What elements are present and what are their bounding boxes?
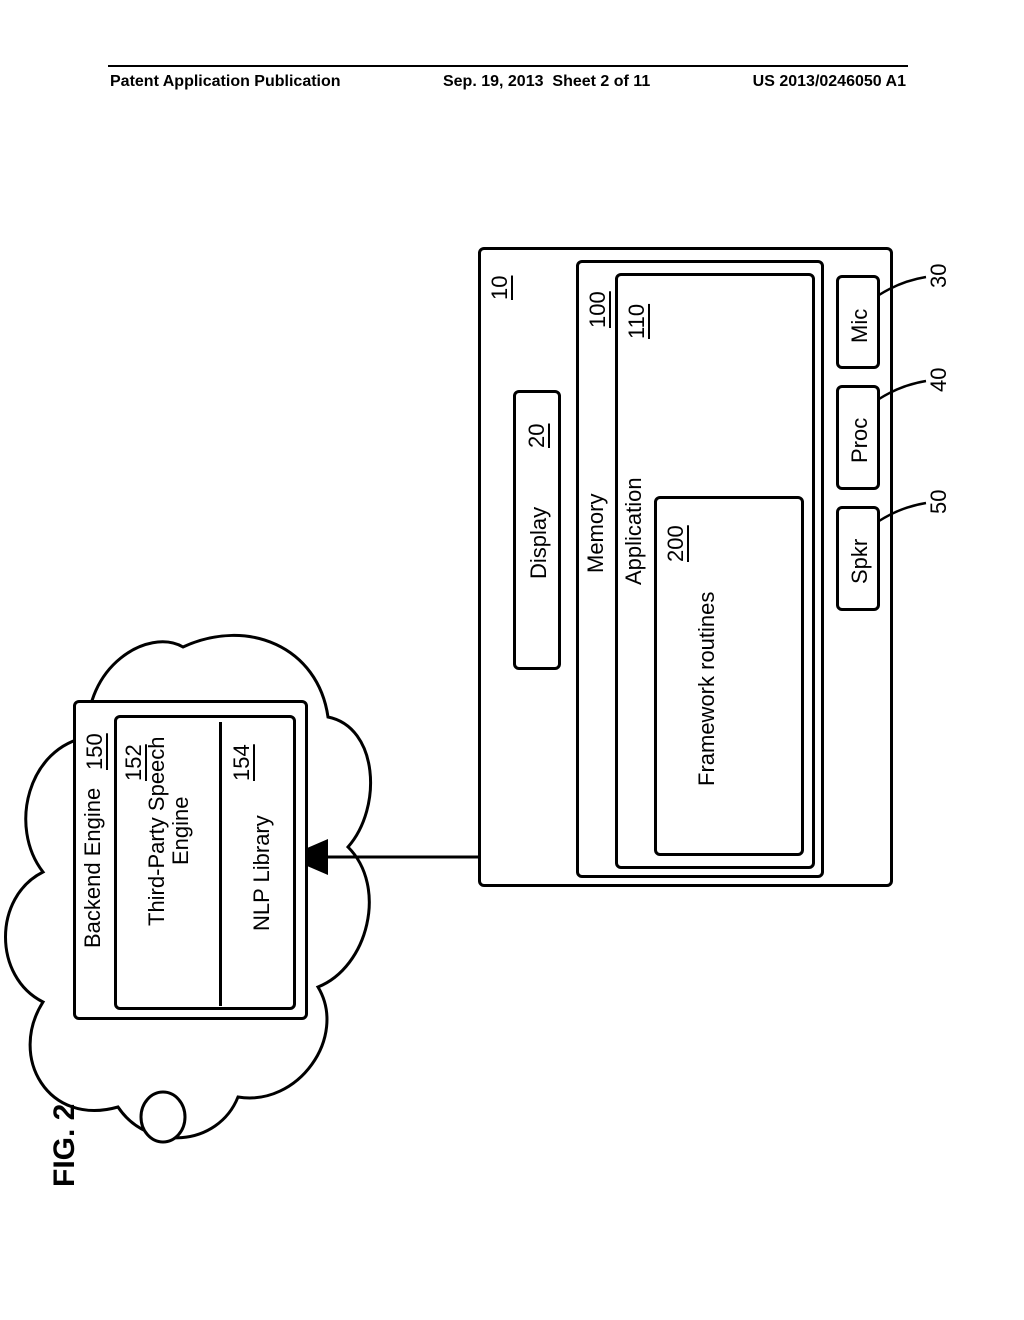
application-label: Application — [621, 446, 647, 616]
framework-label: Framework routines — [695, 579, 751, 799]
device-box: 10 20 Display 100 Memory 110 Application… — [478, 247, 893, 887]
page-header: Patent Application Publication Sep. 19, … — [108, 67, 908, 91]
doc-number: US 2013/0246050 A1 — [753, 73, 906, 91]
memory-ref: 100 — [585, 273, 611, 328]
mic-box: Mic — [836, 275, 880, 369]
framework-ref: 200 — [663, 507, 689, 562]
proc-ref: 40 — [926, 357, 952, 402]
display-box: 20 Display — [513, 390, 561, 670]
backend-ref: 150 — [82, 715, 108, 770]
publication-label: Patent Application Publication — [110, 73, 341, 91]
proc-box: Proc — [836, 385, 880, 490]
application-ref: 110 — [624, 284, 650, 339]
memory-box: 100 Memory 110 Application 200 Framework… — [576, 260, 824, 878]
speech-nlp-box: 152 Third-Party Speech Engine 154 NLP Li… — [114, 715, 296, 1010]
spkr-ref: 50 — [926, 479, 952, 524]
nlp-ref: 154 — [229, 726, 255, 781]
mic-ref: 30 — [926, 253, 952, 298]
spkr-box: Spkr — [836, 506, 880, 611]
device-ref: 10 — [487, 260, 513, 300]
framework-box: 200 Framework routines — [654, 496, 804, 856]
mic-label: Mic — [847, 296, 873, 356]
figure-diagram: 150 Backend Engine 152 Third-Party Speec… — [108, 207, 908, 1167]
proc-label: Proc — [847, 404, 873, 476]
speech-label: Third-Party Speech Engine — [145, 726, 215, 936]
backend-engine-box: 150 Backend Engine 152 Third-Party Speec… — [73, 700, 308, 1020]
spkr-label: Spkr — [847, 525, 873, 597]
date-sheet: Sep. 19, 2013 Sheet 2 of 11 — [443, 73, 650, 91]
application-box: 110 Application 200 Framework routines — [615, 273, 815, 869]
display-label: Display — [526, 483, 552, 603]
display-ref: 20 — [524, 403, 550, 448]
nlp-label: NLP Library — [249, 793, 275, 953]
leader-lines-icon — [876, 251, 996, 631]
figure-label: FIG. 2 — [48, 1067, 82, 1187]
backend-label: Backend Engine — [80, 773, 106, 963]
memory-label: Memory — [583, 473, 609, 593]
